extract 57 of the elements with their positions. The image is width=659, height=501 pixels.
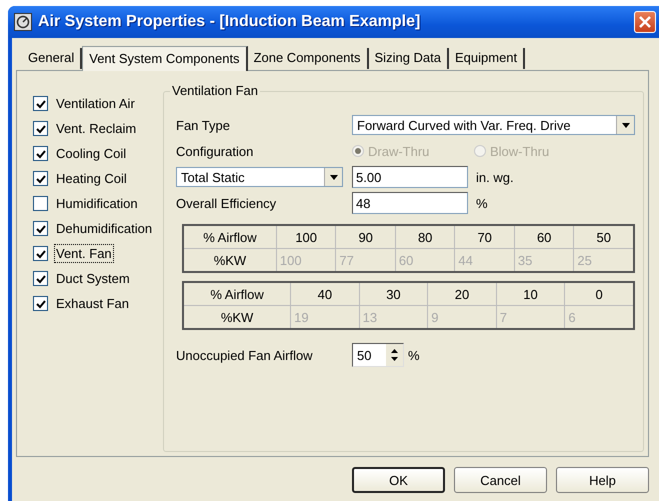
checkbox[interactable] bbox=[33, 121, 48, 136]
table-header: 90 bbox=[336, 225, 396, 248]
table-header: 40 bbox=[290, 282, 360, 306]
table-header: % Airflow bbox=[183, 282, 291, 306]
checkbox-label[interactable]: Dehumidification bbox=[54, 219, 154, 238]
checkbox-label[interactable]: Heating Coil bbox=[54, 169, 129, 188]
unoccupied-label: Unoccupied Fan Airflow bbox=[176, 348, 314, 362]
row-label: %KW bbox=[183, 248, 276, 272]
table-header: 60 bbox=[514, 225, 574, 248]
checkbox[interactable] bbox=[33, 196, 48, 211]
checkbox[interactable] bbox=[33, 221, 48, 236]
table-header: % Airflow bbox=[183, 225, 276, 248]
checkbox-label[interactable]: Vent. Fan bbox=[54, 244, 114, 263]
fan-type-label: Fan Type bbox=[176, 118, 231, 132]
dialog-button[interactable]: Cancel bbox=[454, 467, 547, 493]
pressure-type-dropdown[interactable]: Total Static bbox=[176, 167, 343, 187]
fan-icon bbox=[14, 13, 32, 31]
checkbox-label[interactable]: Humidification bbox=[54, 194, 140, 213]
configuration-label: Configuration bbox=[176, 144, 254, 158]
checkbox[interactable] bbox=[33, 171, 48, 186]
checkbox-label[interactable]: Exhaust Fan bbox=[54, 294, 131, 313]
dialog-button[interactable]: Help bbox=[556, 467, 649, 493]
dropdown-arrow-icon[interactable] bbox=[330, 174, 338, 180]
checkbox-label[interactable]: Vent. Reclaim bbox=[54, 119, 138, 138]
table-header: 30 bbox=[359, 282, 428, 306]
checkbox[interactable] bbox=[33, 146, 48, 161]
checkbox[interactable] bbox=[33, 96, 48, 111]
table-header: 50 bbox=[574, 225, 634, 248]
efficiency-label: Overall Efficiency bbox=[176, 196, 278, 210]
checkbox[interactable] bbox=[33, 271, 48, 286]
close-icon bbox=[639, 16, 651, 28]
dropdown-arrow-icon[interactable] bbox=[622, 122, 630, 128]
efficiency-field[interactable]: 48 bbox=[352, 192, 468, 214]
tab[interactable]: Vent System Components bbox=[82, 46, 248, 71]
window-title: Air System Properties - [Induction Beam Example] bbox=[38, 13, 422, 31]
close-button[interactable] bbox=[634, 11, 656, 33]
table-header: 10 bbox=[496, 282, 565, 306]
table-header: 20 bbox=[428, 282, 496, 306]
checkbox[interactable] bbox=[33, 246, 48, 261]
unit-label: % bbox=[476, 196, 488, 210]
table-header: 70 bbox=[454, 225, 514, 248]
row-label: %KW bbox=[183, 306, 291, 329]
group-title: Ventilation Fan bbox=[170, 83, 260, 98]
checkbox-label[interactable]: Ventilation Air bbox=[54, 94, 137, 113]
dialog-button[interactable]: OK bbox=[352, 467, 445, 493]
checkbox[interactable] bbox=[33, 296, 48, 311]
checkbox-label[interactable]: Duct System bbox=[54, 269, 132, 288]
pressure-field[interactable]: 5.00 bbox=[352, 166, 468, 188]
spinner-field[interactable]: 50 bbox=[352, 343, 404, 367]
fan-type-dropdown[interactable]: Forward Curved with Var. Freq. Drive bbox=[352, 115, 635, 135]
unit-label: in. wg. bbox=[476, 170, 514, 184]
unit-label: % bbox=[408, 348, 420, 362]
checkbox-label[interactable]: Cooling Coil bbox=[54, 144, 128, 163]
table-header: 0 bbox=[564, 282, 634, 306]
table-header: 80 bbox=[395, 225, 455, 248]
table-header: 100 bbox=[276, 225, 336, 248]
spin-arrows-icon[interactable] bbox=[391, 348, 398, 362]
